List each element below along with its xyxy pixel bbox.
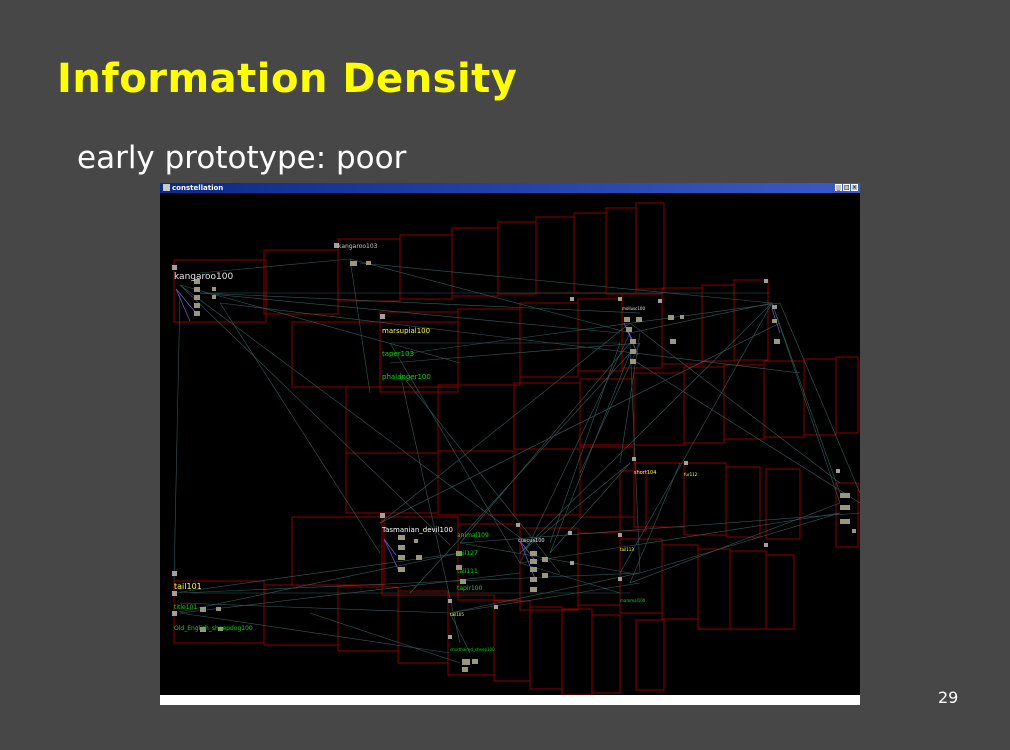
node-label-short104[interactable]: short104 [634,470,656,476]
node-label-tail113[interactable]: tail113 [620,547,634,552]
node-label-cuscus100[interactable]: cuscus100 [518,538,545,544]
constellation-window: constellation _ □ × kangaroo100 kangaroo… [160,183,860,705]
app-icon [163,184,170,191]
graph-edges [173,258,860,664]
page-number: 29 [938,688,959,707]
status-bar [160,695,860,705]
node-label-tail127[interactable]: tail127 [457,550,478,557]
node-label-tasmanian-devil100[interactable]: Tasmanian_devil100 [381,526,453,534]
node-label-phalanger100[interactable]: phalanger100 [382,373,431,381]
node-label-tail105[interactable]: tail105 [450,612,464,617]
node-label-tail101[interactable]: tail101 [174,582,202,591]
slide-subtitle: early prototype: poor [77,140,407,176]
window-title: constellation [172,184,224,192]
node-frames [173,202,859,695]
node-label-shorthaired-sheep100[interactable]: shorthaired_sheep100 [450,647,495,652]
node-label-kangaroo100[interactable]: kangaroo100 [174,272,233,282]
node-markers [172,243,840,639]
slide-title: Information Density [57,56,518,102]
node-label-tapir100[interactable]: tapir100 [457,585,483,592]
node-label-title101[interactable]: title101 [174,604,197,611]
graph-canvas[interactable]: kangaroo100 kangaroo103 marsupial100 tap… [160,193,860,695]
node-label-mammal100[interactable]: mammal100 [620,598,646,603]
window-titlebar[interactable]: constellation _ □ × [160,183,860,193]
node-label-marsupial100[interactable]: marsupial100 [382,327,430,335]
close-button[interactable]: × [851,184,858,191]
graph-svg[interactable]: kangaroo100 kangaroo103 marsupial100 tap… [160,193,860,695]
node-label-mollusc100[interactable]: mollusc100 [622,306,645,311]
maximize-button[interactable]: □ [843,184,850,191]
node-label-animal109[interactable]: animal109 [457,532,489,539]
node-label-kangaroo103[interactable]: kangaroo103 [338,243,378,250]
minimize-button[interactable]: _ [835,184,842,191]
node-label-old-english-sheepdog100[interactable]: Old_English_sheepdog100 [174,625,253,632]
node-label-taper103[interactable]: taper103 [382,350,414,358]
node-label-tail111[interactable]: tail111 [457,568,478,575]
node-label-fur112[interactable]: fur112 [684,472,698,477]
